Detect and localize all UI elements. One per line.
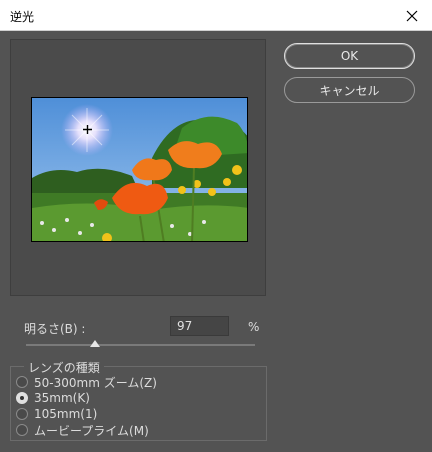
crosshair-icon[interactable] (83, 125, 92, 134)
preview-image-art (32, 98, 247, 241)
radio-button[interactable] (16, 408, 28, 420)
lens-option-zoom[interactable]: 50-300mm ズーム(Z) (16, 374, 157, 390)
brightness-slider-thumb[interactable] (89, 340, 100, 347)
lens-option-label: 35mm(K) (34, 391, 90, 405)
brightness-unit: % (248, 320, 260, 334)
radio-button[interactable] (16, 376, 28, 388)
radio-button-checked[interactable] (16, 392, 28, 404)
preview-panel (10, 39, 266, 296)
close-button[interactable] (392, 0, 432, 31)
title-bar: 逆光 (0, 0, 432, 31)
preview-image[interactable] (31, 97, 248, 242)
brightness-input[interactable]: 97 (170, 316, 229, 336)
lens-option-movie-prime[interactable]: ムービープライム(M) (16, 422, 149, 438)
brightness-label: 明るさ(B) : (24, 322, 86, 336)
window-title: 逆光 (10, 10, 35, 24)
cancel-button[interactable]: キャンセル (284, 77, 415, 103)
close-icon (406, 10, 418, 21)
ok-button[interactable]: OK (284, 43, 415, 69)
brightness-slider-track[interactable] (26, 344, 255, 346)
radio-button[interactable] (16, 424, 28, 436)
lens-option-105mm[interactable]: 105mm(1) (16, 406, 97, 422)
lens-option-label: ムービープライム(M) (34, 423, 149, 438)
lens-option-label: 105mm(1) (34, 407, 98, 421)
lens-option-label: 50-300mm ズーム(Z) (34, 375, 157, 390)
lens-option-35mm[interactable]: 35mm(K) (16, 390, 90, 406)
